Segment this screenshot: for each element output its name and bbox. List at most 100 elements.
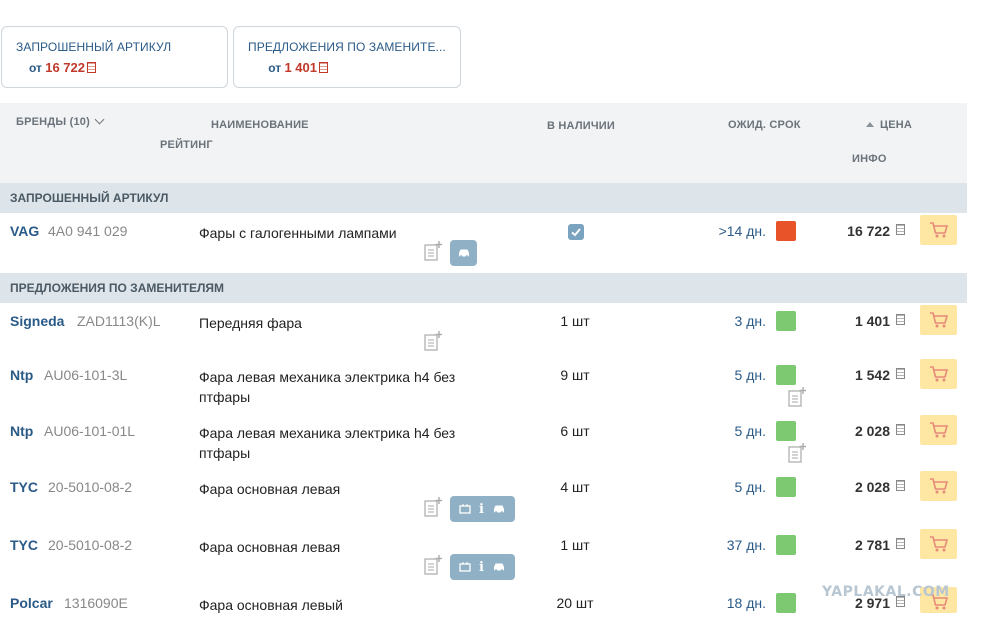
product-name: Передняя фара	[199, 315, 302, 331]
brand-link[interactable]: Signeda	[10, 313, 64, 329]
brand-link[interactable]: VAG	[10, 223, 39, 239]
add-to-cart-button[interactable]	[920, 305, 957, 335]
add-to-cart-button[interactable]	[920, 215, 957, 245]
stock-quantity: 6 шт	[560, 423, 590, 439]
note-add-icon[interactable]	[788, 443, 806, 463]
article-code: AU06-101-3L	[44, 367, 128, 383]
note-add-icon[interactable]	[424, 555, 442, 575]
column-info: ИНФО	[852, 153, 887, 165]
column-stock[interactable]: В НАЛИЧИИ	[547, 120, 615, 132]
status-indicator-green	[776, 311, 796, 331]
add-to-cart-button[interactable]	[920, 415, 957, 445]
brand-link[interactable]: Ntp	[10, 423, 33, 439]
car-icon	[458, 249, 469, 258]
brand-link[interactable]: Polcar	[10, 595, 53, 611]
product-name: Фара основная левая	[199, 481, 341, 497]
ruble-icon	[896, 480, 905, 491]
stock-quantity: 1 шт	[560, 313, 590, 329]
stock-quantity: 20 шт	[556, 595, 594, 611]
car-icon	[493, 505, 504, 514]
ruble-icon	[319, 62, 328, 73]
requested-summary-title: ЗАПРОШЕННЫЙ АРТИКУЛ	[16, 40, 172, 54]
cart-icon	[930, 366, 949, 382]
article-code: AU06-101-01L	[44, 423, 136, 439]
stock-quantity: 4 шт	[560, 479, 590, 495]
status-indicator-green	[776, 477, 796, 497]
column-eta[interactable]: ОЖИД. СРОК	[728, 119, 801, 131]
note-add-icon[interactable]	[424, 497, 442, 517]
chevron-down-icon	[94, 114, 105, 125]
car-icon	[493, 563, 504, 572]
brand-link[interactable]: TYC	[10, 537, 38, 553]
column-price[interactable]: ЦЕНА	[866, 119, 912, 131]
info-icon: i	[479, 501, 484, 517]
watermark: YAPLAKAL.COM	[822, 584, 950, 600]
price-value: 2 028	[854, 479, 890, 495]
note-add-icon[interactable]	[788, 387, 806, 407]
ruble-icon	[896, 224, 905, 235]
column-name[interactable]: НАИМЕНОВАНИЕ	[211, 119, 309, 131]
requested-summary-card[interactable]: ЗАПРОШЕННЫЙ АРТИКУЛ от 16 722	[1, 26, 228, 88]
add-to-cart-button[interactable]	[920, 471, 957, 501]
article-code: 4A0 941 029	[48, 223, 128, 239]
battery-icon	[459, 562, 471, 572]
add-to-cart-button[interactable]	[920, 359, 957, 389]
product-name: Фара основная левая	[199, 539, 341, 555]
product-name: Фары с галогенными лампами	[199, 225, 397, 241]
battery-icon	[459, 504, 471, 514]
eta-days: 37 дн.	[726, 537, 766, 553]
info-badge[interactable]: i	[450, 496, 515, 522]
eta-days: 5 дн.	[734, 479, 766, 495]
ruble-icon	[896, 424, 905, 435]
note-add-icon[interactable]	[424, 241, 442, 261]
status-indicator-red	[776, 221, 796, 241]
info-badge[interactable]: i	[450, 554, 515, 580]
in-stock-checkbox	[568, 224, 584, 240]
status-indicator-green	[776, 535, 796, 555]
price-value: 2 781	[854, 537, 890, 553]
column-rating[interactable]: РЕЙТИНГ	[160, 139, 213, 151]
ruble-icon	[896, 368, 905, 379]
eta-days: 5 дн.	[734, 367, 766, 383]
replacements-summary-price: от 1 401	[248, 60, 328, 75]
replacements-summary-card[interactable]: ПРЕДЛОЖЕНИЯ ПО ЗАМЕНИТЕ... от 1 401	[233, 26, 461, 88]
brand-link[interactable]: Ntp	[10, 367, 33, 383]
article-code: 20-5010-08-2	[48, 537, 133, 553]
eta-days: >14 дн.	[718, 223, 766, 239]
info-icon: i	[479, 559, 484, 575]
check-icon	[571, 228, 581, 237]
price-value: 1 542	[854, 367, 890, 383]
brand-link[interactable]: TYC	[10, 479, 38, 495]
sort-up-icon	[866, 122, 874, 127]
brands-filter[interactable]: БРЕНДЫ (10)	[16, 114, 105, 128]
requested-summary-price: от 16 722	[16, 60, 96, 75]
cart-icon	[930, 536, 949, 552]
add-to-cart-button[interactable]	[920, 529, 957, 559]
section-replacements: ПРЕДЛОЖЕНИЯ ПО ЗАМЕНИТЕЛЯМ	[0, 273, 967, 303]
price-value: 2 028	[854, 423, 890, 439]
cart-icon	[930, 422, 949, 438]
cart-icon	[930, 222, 949, 238]
cart-icon	[930, 478, 949, 494]
stock-quantity: 1 шт	[560, 537, 590, 553]
price-prefix: от	[268, 61, 282, 75]
brands-label: БРЕНДЫ (10)	[16, 116, 90, 128]
section-requested: ЗАПРОШЕННЫЙ АРТИКУЛ	[0, 183, 967, 213]
price-value: 1 401	[284, 60, 317, 75]
info-badge[interactable]	[450, 240, 477, 266]
price-value: 16 722	[847, 223, 890, 239]
article-code: 1316090E	[64, 595, 128, 611]
price-value: 1 401	[854, 313, 890, 329]
article-code: 20-5010-08-2	[48, 479, 133, 495]
product-name: Фара левая механика электрика h4 без птф…	[199, 369, 456, 405]
price-prefix: от	[28, 61, 42, 75]
eta-days: 18 дн.	[726, 595, 766, 611]
ruble-icon	[87, 62, 96, 73]
product-name: Фара основная левый	[199, 597, 343, 613]
product-name: Фара левая механика электрика h4 без птф…	[199, 425, 456, 461]
note-add-icon[interactable]	[424, 331, 442, 351]
status-indicator-green	[776, 365, 796, 385]
eta-days: 3 дн.	[734, 313, 766, 329]
eta-days: 5 дн.	[734, 423, 766, 439]
ruble-icon	[896, 314, 905, 325]
